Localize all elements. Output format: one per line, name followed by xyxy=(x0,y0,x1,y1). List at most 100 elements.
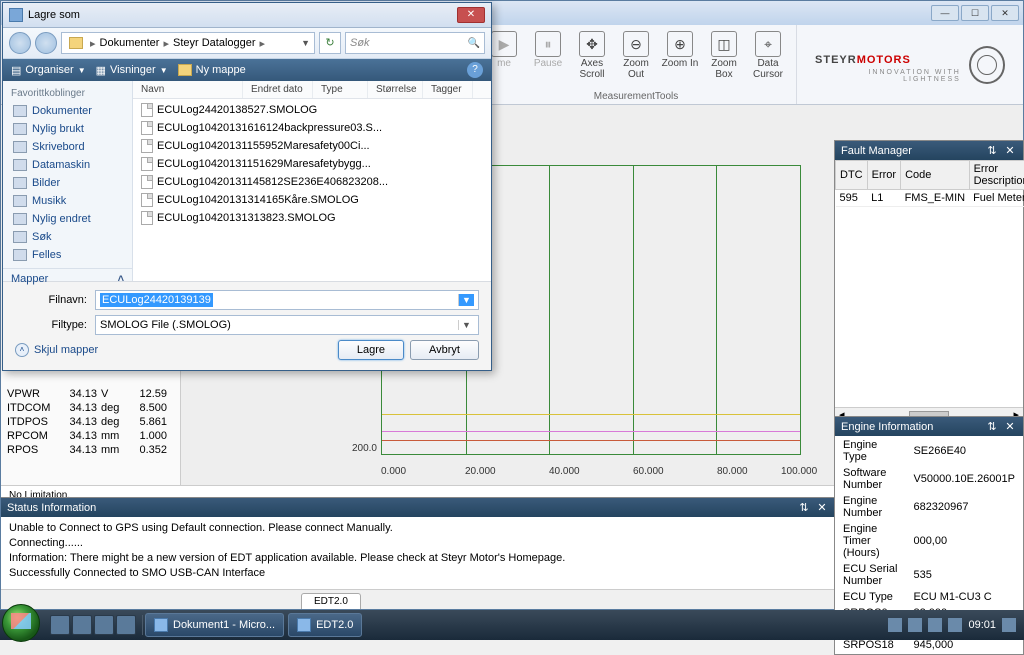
ql-icon[interactable] xyxy=(50,615,70,635)
zoom-in-button[interactable]: ⊕ Zoom In xyxy=(658,27,702,80)
signal-row[interactable]: ITDCOM34.13deg8.500 xyxy=(3,401,178,415)
dropdown-icon[interactable]: ▼ xyxy=(458,320,474,330)
close-icon[interactable]: ✕ xyxy=(815,501,829,514)
forward-button[interactable] xyxy=(35,32,57,54)
hide-folders-button[interactable]: ˄ Skjul mapper xyxy=(15,343,98,357)
app-tab[interactable]: EDT2.0 xyxy=(301,593,361,609)
signal-row[interactable]: VPWR34.13V12.59 xyxy=(3,387,178,401)
col-type[interactable]: Type xyxy=(313,81,368,98)
maximize-button[interactable]: ☐ xyxy=(961,5,989,21)
col-error[interactable]: Error xyxy=(867,161,900,190)
col-modified[interactable]: Endret dato xyxy=(243,81,313,98)
folders-toggle[interactable]: Mapper ˄ xyxy=(3,268,132,289)
favorites-panel: Favorittkoblinger DokumenterNylig bruktS… xyxy=(3,81,133,281)
signal-row[interactable]: RPOS34.13mm0.352 xyxy=(3,443,178,457)
swap-icon[interactable]: ⇅ xyxy=(985,420,999,433)
file-item[interactable]: ECULog10420131145812SE236E406823208... xyxy=(133,173,491,191)
x-tick: 40.000 xyxy=(549,466,580,477)
close-icon[interactable]: ✕ xyxy=(1003,144,1017,157)
status-line: Successfully Connected to SMO USB-CAN In… xyxy=(9,566,827,581)
data-cursor-button[interactable]: ⌖ Data Cursor xyxy=(746,27,790,80)
new-folder-button[interactable]: Ny mappe xyxy=(178,64,246,76)
zoom-out-icon: ⊖ xyxy=(623,31,649,57)
refresh-button[interactable]: ↻ xyxy=(319,32,341,54)
views-icon: ▦ xyxy=(96,64,106,77)
logo: STEYRMOTORS INNOVATION WITH LIGHTNESS xyxy=(797,25,1023,104)
file-list-header: Navn Endret dato Type Størrelse Tagger xyxy=(133,81,491,99)
col-name[interactable]: Navn xyxy=(133,81,243,98)
tray-icon[interactable] xyxy=(888,618,902,632)
favorite-link[interactable]: Nylig brukt xyxy=(3,120,132,138)
favorite-link[interactable]: Nylig endret xyxy=(3,210,132,228)
favorite-link[interactable]: Dokumenter xyxy=(3,102,132,120)
engine-row: ECU TypeECU M1-CU3 C xyxy=(837,590,1021,604)
favorite-link[interactable]: Skrivebord xyxy=(3,138,132,156)
favorites-header: Favorittkoblinger xyxy=(3,85,132,102)
col-code[interactable]: Code xyxy=(901,161,970,190)
save-button[interactable]: Lagre xyxy=(338,340,404,360)
filetype-label: Filtype: xyxy=(15,319,95,331)
engine-row: ECU Serial Number535 xyxy=(837,562,1021,588)
back-button[interactable] xyxy=(9,32,31,54)
breadcrumb[interactable]: ▸ Dokumenter ▸ Steyr Datalogger ▸ ▼ xyxy=(61,32,315,54)
close-button[interactable]: ✕ xyxy=(991,5,1019,21)
ql-icon[interactable] xyxy=(116,615,136,635)
favorite-link[interactable]: Søk xyxy=(3,228,132,246)
file-item[interactable]: ECULog10420131616124backpressure03.S... xyxy=(133,119,491,137)
ribbon-group-measurement: ▶ me ⏸ Pause ✥ Axes Scroll ⊖ Zoom Out ⊕ xyxy=(476,25,797,104)
zoom-out-button[interactable]: ⊖ Zoom Out xyxy=(614,27,658,80)
x-tick: 0.000 xyxy=(381,466,406,477)
views-button[interactable]: ▦ Visninger ▼ xyxy=(96,64,168,77)
file-item[interactable]: ECULog10420131314165Kåre.SMOLOG xyxy=(133,191,491,209)
swap-icon[interactable]: ⇅ xyxy=(985,144,999,157)
ql-icon[interactable] xyxy=(94,615,114,635)
folder-icon xyxy=(13,177,27,189)
dialog-close-button[interactable]: ✕ xyxy=(457,7,485,23)
taskbar-item-word[interactable]: Dokument1 - Micro... xyxy=(145,613,284,637)
folder-icon xyxy=(13,231,27,243)
signal-row[interactable]: RPCOM34.13mm1.000 xyxy=(3,429,178,443)
col-dtc[interactable]: DTC xyxy=(836,161,868,190)
search-input[interactable]: Søk xyxy=(345,32,485,54)
volume-icon[interactable] xyxy=(948,618,962,632)
organize-button[interactable]: ▤ Organiser ▼ xyxy=(11,64,86,77)
file-item[interactable]: ECULog10420131151629Maresafetybygg... xyxy=(133,155,491,173)
filetype-select[interactable]: SMOLOG File (.SMOLOG) ▼ xyxy=(95,315,479,335)
dropdown-icon[interactable]: ▼ xyxy=(458,294,474,306)
favorite-link[interactable]: Bilder xyxy=(3,174,132,192)
file-icon xyxy=(141,139,153,153)
filename-input[interactable]: ECULog24420139139 ▼ xyxy=(95,290,479,310)
fault-row[interactable]: 595 L1 FMS_E-MIN Fuel Metering Sc xyxy=(836,190,1024,207)
col-desc[interactable]: Error Description xyxy=(969,161,1024,190)
favorite-link[interactable]: Datamaskin xyxy=(3,156,132,174)
pause-button[interactable]: ⏸ Pause xyxy=(526,27,570,80)
clock[interactable]: 09:01 xyxy=(968,619,996,631)
status-line: Unable to Connect to GPS using Default c… xyxy=(9,521,827,536)
cursor-icon: ⌖ xyxy=(755,31,781,57)
favorite-link[interactable]: Musikk xyxy=(3,192,132,210)
col-size[interactable]: Størrelse xyxy=(368,81,423,98)
status-line: Information: There might be a new versio… xyxy=(9,551,827,566)
axes-scroll-button[interactable]: ✥ Axes Scroll xyxy=(570,27,614,80)
network-icon[interactable] xyxy=(928,618,942,632)
ql-icon[interactable] xyxy=(72,615,92,635)
folder-icon xyxy=(69,37,83,49)
file-item[interactable]: ECULog10420131155952Maresafety00Ci... xyxy=(133,137,491,155)
minimize-button[interactable]: — xyxy=(931,5,959,21)
close-icon[interactable]: ✕ xyxy=(1003,420,1017,433)
tray-icon[interactable] xyxy=(1002,618,1016,632)
signal-row[interactable]: ITDPOS34.13deg5.861 xyxy=(3,415,178,429)
tray-icon[interactable] xyxy=(908,618,922,632)
col-tags[interactable]: Tagger xyxy=(423,81,473,98)
zoom-box-button[interactable]: ◫ Zoom Box xyxy=(702,27,746,80)
start-button[interactable] xyxy=(2,604,40,642)
folder-icon xyxy=(178,64,192,76)
help-button[interactable]: ? xyxy=(467,62,483,78)
favorite-link[interactable]: Felles xyxy=(3,246,132,264)
x-tick: 60.000 xyxy=(633,466,664,477)
taskbar-item-edt[interactable]: EDT2.0 xyxy=(288,613,362,637)
file-item[interactable]: ECULog24420138527.SMOLOG xyxy=(133,101,491,119)
file-item[interactable]: ECULog10420131313823.SMOLOG xyxy=(133,209,491,227)
cancel-button[interactable]: Avbryt xyxy=(410,340,479,360)
swap-icon[interactable]: ⇅ xyxy=(797,501,811,514)
